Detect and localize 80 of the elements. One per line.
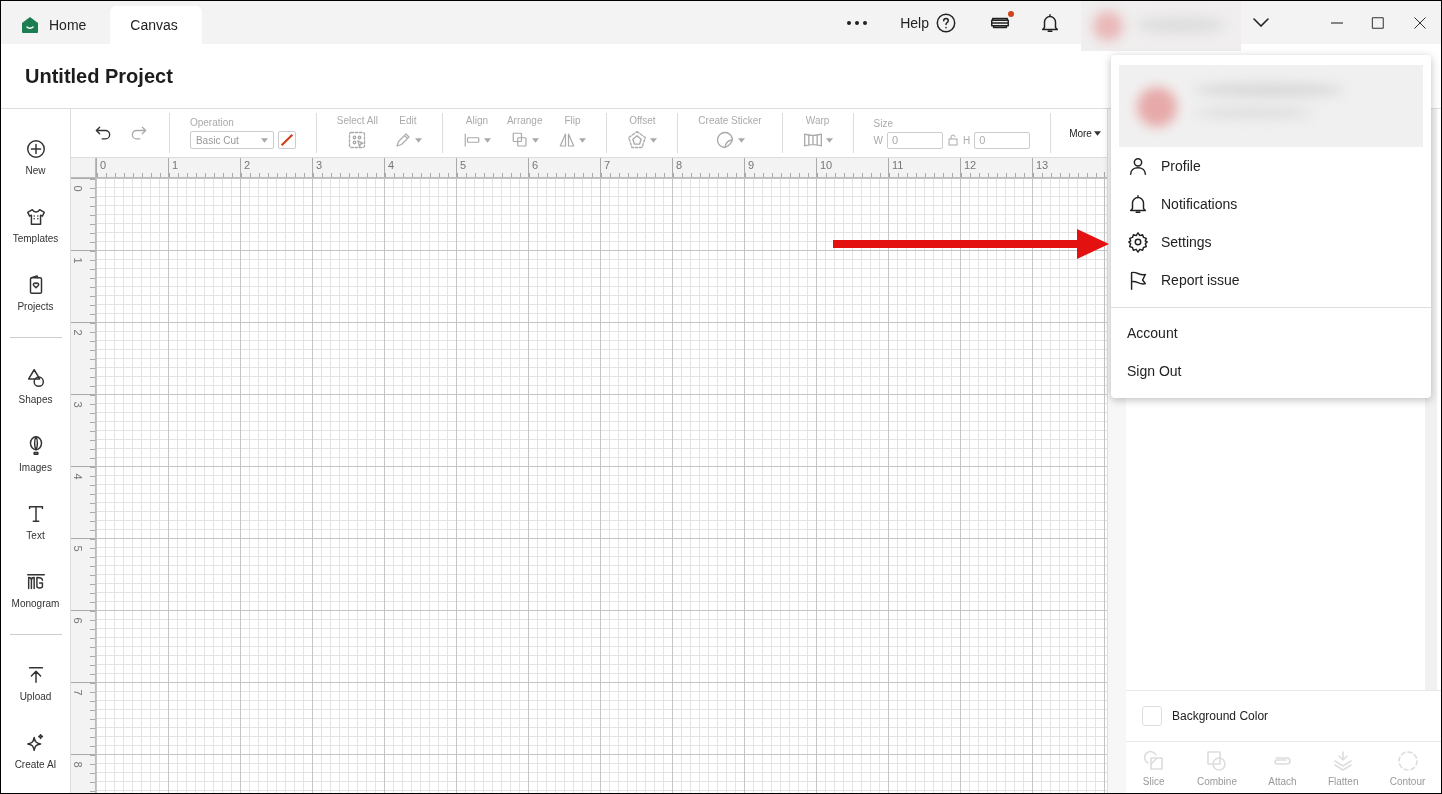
ruler-number: 8	[71, 761, 83, 768]
sticker-icon	[715, 130, 735, 150]
sidebar-button[interactable]: Monogram	[4, 556, 67, 624]
dashed-circle-icon	[1395, 749, 1420, 773]
tool-label: Flip	[564, 115, 581, 126]
help-icon	[935, 11, 957, 34]
sidebar-button[interactable]: Templates	[4, 191, 67, 259]
align-icon	[462, 131, 481, 149]
tab[interactable]: Home	[1, 6, 111, 44]
height-label: H	[963, 134, 971, 146]
select-all-icon	[347, 130, 368, 150]
ruler-number: 2	[71, 329, 83, 336]
caret-icon	[260, 137, 268, 143]
caret-icon	[531, 137, 539, 143]
pencil-icon	[394, 131, 412, 149]
more-button[interactable]: More	[1063, 127, 1107, 139]
tool-label: Select All	[336, 115, 378, 126]
ruler-number: 7	[71, 689, 83, 696]
close-icon	[1413, 15, 1427, 30]
lock-icon[interactable]	[947, 134, 959, 146]
caret-icon	[738, 137, 745, 143]
combine-icon	[1204, 749, 1229, 773]
plus-circle-icon	[24, 138, 47, 160]
sidebar-button[interactable]: Create AI	[4, 717, 67, 785]
caret-icon	[650, 137, 658, 143]
undo-icon	[93, 123, 113, 143]
tool-label: Align	[465, 115, 489, 126]
canvas-grid[interactable]	[96, 178, 1107, 793]
settings-icon	[1127, 231, 1149, 253]
ruler-number: 4	[71, 473, 83, 480]
flip-icon	[558, 131, 577, 149]
tool-label: Operation	[189, 117, 234, 128]
sidebar-button[interactable]: Images	[4, 420, 67, 488]
bell-icon	[1127, 193, 1149, 215]
menu-item[interactable]: Notifications	[1111, 185, 1431, 223]
ruler-number: 6	[71, 617, 83, 624]
tool-label: Warp	[805, 115, 830, 126]
ruler-number: 0	[71, 185, 83, 192]
sidebar-button[interactable]: Projects	[4, 259, 67, 327]
help-button[interactable]: Help	[888, 1, 969, 44]
tool-label: Edit	[399, 115, 417, 126]
arrange-icon	[510, 131, 529, 149]
tool-label: Create Sticker	[698, 115, 762, 126]
sidebar-button[interactable]: Upload	[4, 649, 67, 717]
maximize-icon	[1371, 15, 1385, 30]
checkbox[interactable]	[1142, 706, 1162, 726]
caret-icon	[825, 137, 833, 143]
more-icon	[846, 19, 869, 26]
menu-item[interactable]: Settings	[1111, 223, 1431, 261]
color-swatch-icon[interactable]	[277, 131, 296, 149]
menu-item[interactable]: Sign Out	[1111, 352, 1431, 390]
menu-item[interactable]: Profile	[1111, 147, 1431, 185]
redo-icon	[129, 123, 149, 143]
project-title[interactable]: Untitled Project	[25, 64, 173, 88]
pentagon-icon	[627, 130, 648, 150]
sidebar-button[interactable]: New	[4, 123, 67, 191]
ruler-number: 5	[71, 545, 83, 552]
menu-item[interactable]: Report issue	[1111, 261, 1431, 299]
bell-icon	[1039, 11, 1061, 34]
tool-label: Size	[873, 117, 893, 129]
person-icon	[1127, 155, 1149, 177]
caret-icon	[579, 137, 587, 143]
home-icon	[21, 16, 39, 34]
tool-label: Arrange	[506, 115, 543, 126]
menu-item[interactable]: Account	[1111, 314, 1431, 352]
shirt-icon	[24, 206, 47, 228]
tool-label: Offset	[629, 115, 656, 126]
sidebar-button[interactable]: Text	[4, 488, 67, 556]
checkbox-label: Background Color	[1172, 709, 1269, 723]
minimize-icon	[1331, 21, 1343, 24]
caret-icon	[1093, 130, 1101, 136]
slice-icon	[1141, 749, 1166, 773]
chevron-down-icon	[1253, 18, 1269, 27]
sidebar-button[interactable]: Shapes	[4, 352, 67, 420]
ruler-number: 3	[71, 401, 83, 408]
tab[interactable]: Canvas	[110, 6, 202, 44]
ruler-number: 1	[71, 257, 83, 264]
caret-icon	[415, 137, 422, 143]
width-label: W	[873, 134, 883, 146]
caret-icon	[483, 137, 491, 143]
